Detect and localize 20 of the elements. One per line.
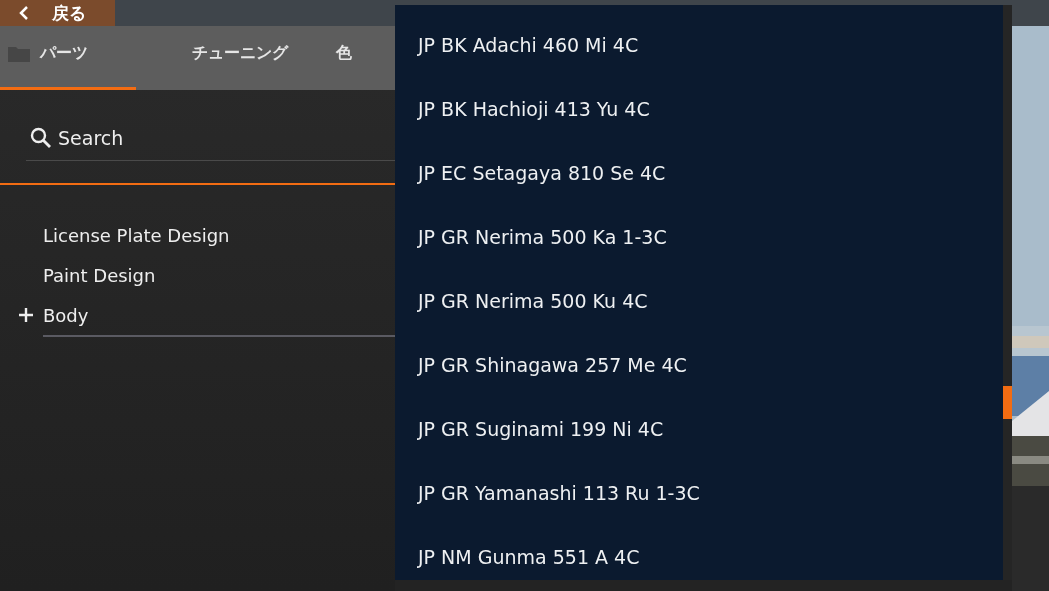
search-field[interactable]: Search (56, 126, 360, 150)
tab[interactable]: パーツ (0, 26, 136, 90)
tree-item[interactable]: License Plate Design (43, 224, 230, 246)
dropdown-item[interactable]: JP GR Shinagawa 257 Me 4C (395, 333, 1003, 397)
search-icon (30, 127, 52, 149)
dropdown-item[interactable]: JP BK Hachioji 413 Yu 4C (395, 77, 1003, 141)
plus-icon[interactable] (19, 308, 33, 322)
dropdown-item[interactable]: JP GR Suginami 199 Ni 4C (395, 397, 1003, 461)
dropdown-item[interactable]: JP BK Adachi 460 Mi 4C (395, 13, 1003, 77)
tree-item[interactable]: Paint Design (43, 264, 156, 286)
dropdown-item[interactable]: JP GR Nerima 500 Ku 4C (395, 269, 1003, 333)
tab[interactable]: 色 (336, 26, 376, 90)
dropdown-item[interactable]: JP EC Setagaya 810 Se 4C (395, 141, 1003, 205)
back-button[interactable]: 戻る (0, 0, 115, 26)
tree-item[interactable]: Body (43, 304, 89, 326)
dropdown-item[interactable]: JP NM Gunma 551 A 4C (395, 525, 1003, 589)
chevron-left-icon (18, 5, 30, 21)
dropdown-item[interactable]: JP GR Nerima 500 Ka 1-3C (395, 205, 1003, 269)
tab[interactable]: チューニング (136, 26, 336, 90)
dropdown-item[interactable]: JP GR Yamanashi 113 Ru 1-3C (395, 461, 1003, 525)
